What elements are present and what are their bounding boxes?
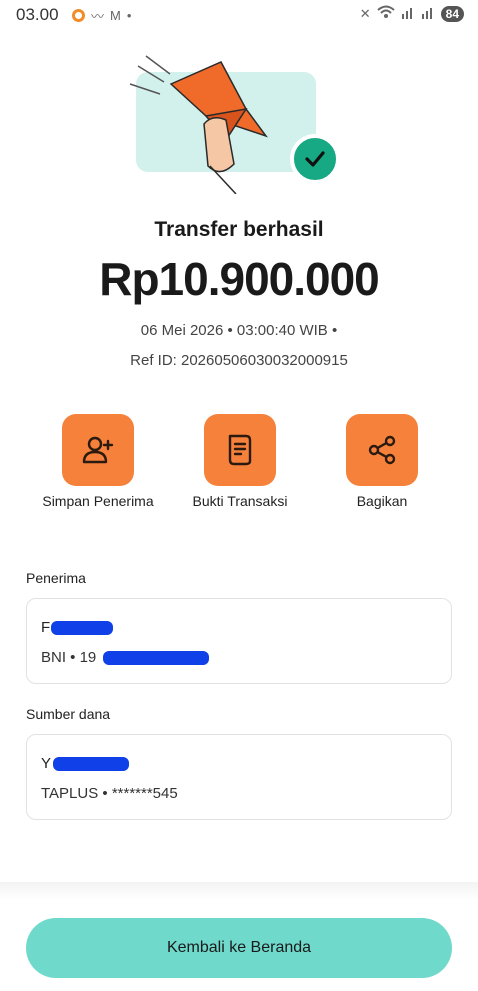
recipient-section-label: Penerima: [26, 570, 86, 586]
page-title: Transfer berhasil: [154, 218, 324, 241]
transfer-amount: Rp10.900.000: [99, 253, 380, 305]
transfer-illustration: [129, 55, 316, 194]
source-account: TAPLUS • *******545: [41, 785, 178, 802]
mute-icon: ✕: [359, 5, 371, 21]
transaction-proof-label: Bukti Transaksi: [192, 493, 288, 509]
receipt-icon: [228, 434, 252, 466]
success-check-icon: [290, 134, 340, 184]
wifi-icon: [376, 5, 395, 22]
transaction-proof-action[interactable]: Bukti Transaksi: [170, 414, 310, 511]
share-label: Bagikan: [356, 493, 408, 509]
redaction-mark: [53, 757, 129, 771]
system-icons: ✕ 84: [360, 5, 464, 22]
redaction-mark: [51, 621, 113, 635]
source-section-label: Sumber dana: [26, 706, 111, 722]
signal-icon: [401, 5, 415, 22]
status-time: 03.00: [16, 5, 59, 24]
more-dot-icon: •: [126, 8, 132, 23]
paper-plane-hand-icon: [129, 55, 269, 194]
transaction-datetime: 06 Mei 2026 • 03:00:40 WIB •: [140, 322, 338, 339]
share-button[interactable]: [346, 414, 418, 486]
recipient-card: F BNI • 19: [26, 598, 452, 684]
share-action[interactable]: Bagikan: [312, 414, 452, 511]
back-to-home-button[interactable]: Kembali ke Beranda: [26, 918, 452, 978]
save-recipient-action[interactable]: Simpan Penerima: [28, 414, 168, 511]
wave-icon: 〰: [91, 9, 105, 24]
signal-icon-2: [421, 5, 435, 22]
notification-icons: 〰 M •: [72, 6, 131, 25]
recipient-name: F: [41, 619, 51, 636]
battery-indicator: 84: [440, 5, 464, 22]
reference-id: Ref ID: 20260506030032000915: [130, 352, 348, 369]
app-notification-icon: [72, 9, 85, 22]
mail-icon: M: [110, 8, 121, 23]
save-recipient-button[interactable]: [62, 414, 134, 486]
transaction-proof-button[interactable]: [204, 414, 276, 486]
source-card: Y TAPLUS • *******545: [26, 734, 452, 820]
recipient-account: BNI • 19: [41, 649, 97, 666]
footer-divider: [0, 882, 478, 900]
redaction-mark: [103, 651, 209, 665]
share-icon: [368, 435, 396, 465]
source-name: Y: [41, 755, 52, 772]
add-user-icon: [82, 436, 114, 464]
save-recipient-label: Simpan Penerima: [42, 493, 154, 509]
status-bar: 03.00 〰 M • ✕ 84: [0, 0, 478, 30]
